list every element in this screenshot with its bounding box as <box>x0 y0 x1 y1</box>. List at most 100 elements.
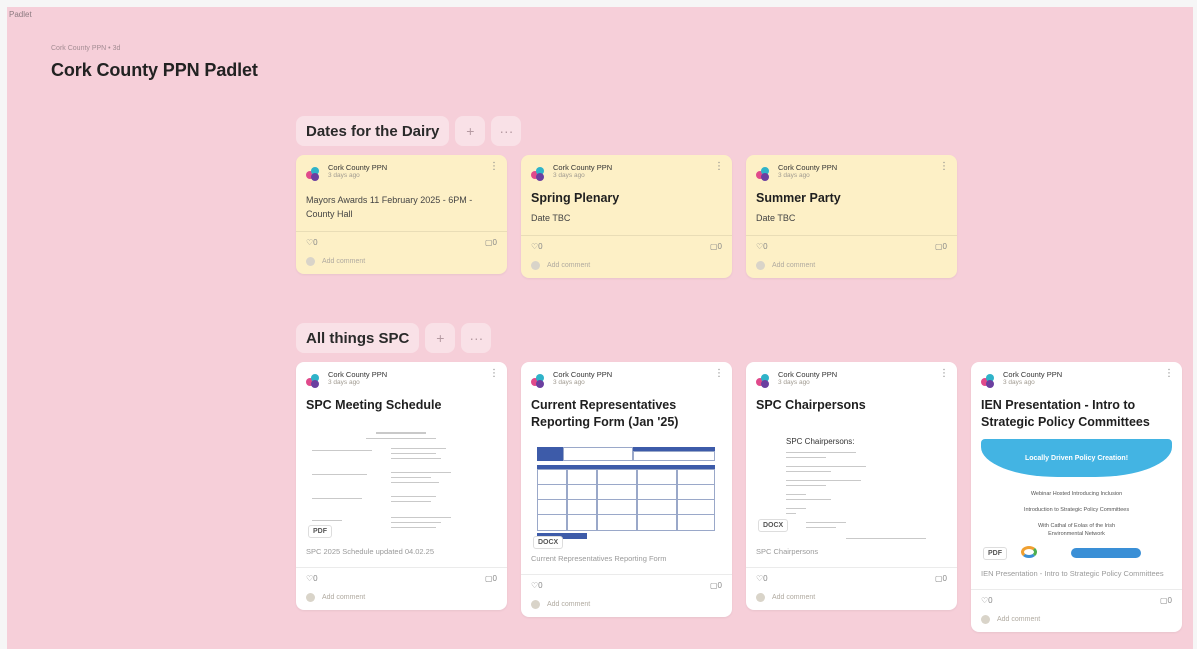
author-name: Cork County PPN <box>553 163 613 172</box>
kebab-menu-icon[interactable]: ⋮ <box>939 161 949 172</box>
attachment-caption: IEN Presentation - Intro to Strategic Po… <box>981 569 1164 578</box>
divider <box>521 574 732 575</box>
like-count: 0 <box>313 574 318 583</box>
post-card[interactable]: Cork County PPN 3 days ago ⋮ Spring Plen… <box>521 155 732 278</box>
add-comment-field[interactable]: Add comment <box>981 615 1172 624</box>
post-card[interactable]: Cork County PPN 3 days ago ⋮ Mayors Awar… <box>296 155 507 274</box>
post-time: 3 days ago <box>553 172 585 179</box>
add-post-button[interactable]: + <box>425 323 456 353</box>
kebab-menu-icon[interactable]: ⋮ <box>1164 368 1174 379</box>
add-comment-field[interactable]: Add comment <box>756 261 947 270</box>
section-more-button[interactable]: ··· <box>461 323 492 353</box>
like-button[interactable]: ♡0 <box>756 574 768 583</box>
file-type-badge: DOCX <box>758 519 789 532</box>
divider <box>521 235 732 236</box>
comment-button[interactable]: ▢0 <box>1160 596 1172 605</box>
add-comment-field[interactable]: Add comment <box>756 593 947 602</box>
author-name: Cork County PPN <box>328 163 388 172</box>
kebab-menu-icon[interactable]: ⋮ <box>939 368 949 379</box>
comment-button[interactable]: ▢0 <box>485 238 497 247</box>
add-comment-field[interactable]: Add comment <box>306 593 497 602</box>
kebab-menu-icon[interactable]: ⋮ <box>714 368 724 379</box>
author-name: Cork County PPN <box>778 370 838 379</box>
page-title: Cork County PPN Padlet <box>51 60 258 80</box>
kebab-menu-icon[interactable]: ⋮ <box>489 368 499 379</box>
like-button[interactable]: ♡0 <box>306 238 318 247</box>
author-name: Cork County PPN <box>1003 370 1063 379</box>
attachment-preview[interactable]: Locally Driven Policy Creation! Webinar … <box>981 439 1172 564</box>
like-count: 0 <box>763 242 768 251</box>
kebab-menu-icon[interactable]: ⋮ <box>489 161 499 172</box>
breadcrumb[interactable]: Cork County PPN • 3d <box>51 45 120 52</box>
add-comment-field[interactable]: Add comment <box>306 257 497 266</box>
like-count: 0 <box>313 238 318 247</box>
post-card[interactable]: Cork County PPN 3 days ago ⋮ Current Rep… <box>521 362 732 617</box>
comment-count: 0 <box>942 574 947 583</box>
add-post-button[interactable]: + <box>455 116 486 146</box>
ppn-logo-icon <box>531 374 545 388</box>
preview-heading: SPC Chairpersons: <box>786 437 855 446</box>
attachment-caption: Current Representatives Reporting Form <box>531 554 667 563</box>
comment-count: 0 <box>492 238 497 247</box>
ien-logo <box>1071 548 1141 558</box>
post-time: 3 days ago <box>328 379 360 386</box>
post-card[interactable]: Cork County PPN 3 days ago ⋮ Summer Part… <box>746 155 957 278</box>
divider <box>746 235 957 236</box>
author-name: Cork County PPN <box>553 370 613 379</box>
add-comment-label: Add comment <box>547 262 591 269</box>
post-time: 3 days ago <box>778 172 810 179</box>
comment-icon: ▢ <box>709 242 718 251</box>
ppn-logo-icon <box>306 374 320 388</box>
attachment-caption: SPC 2025 Schedule updated 04.02.25 <box>306 547 435 556</box>
comment-icon: ▢ <box>934 242 943 251</box>
comment-button[interactable]: ▢0 <box>710 242 722 251</box>
divider <box>296 231 507 232</box>
post-card[interactable]: Cork County PPN 3 days ago ⋮ SPC Chairpe… <box>746 362 957 610</box>
post-card[interactable]: Cork County PPN 3 days ago ⋮ IEN Present… <box>971 362 1182 632</box>
partner-logo <box>1021 546 1037 558</box>
section-more-button[interactable]: ··· <box>491 116 522 146</box>
comment-icon: ▢ <box>1159 596 1168 605</box>
author-name: Cork County PPN <box>328 370 388 379</box>
user-avatar <box>981 615 990 624</box>
add-comment-field[interactable]: Add comment <box>531 261 722 270</box>
section-title[interactable]: Dates for the Dairy <box>296 116 450 146</box>
post-card[interactable]: Cork County PPN 3 days ago ⋮ SPC Meeting… <box>296 362 507 610</box>
section-title[interactable]: All things SPC <box>296 323 420 353</box>
attachment-preview[interactable]: DOCX <box>531 439 722 549</box>
attachment-preview[interactable]: SPC Chairpersons: DOCX <box>756 422 947 542</box>
comment-count: 0 <box>717 242 722 251</box>
ppn-logo-icon <box>756 374 770 388</box>
comment-button[interactable]: ▢0 <box>935 574 947 583</box>
attachment-caption: SPC Chairpersons <box>756 547 819 556</box>
post-title: IEN Presentation - Intro to Strategic Po… <box>981 398 1150 429</box>
like-count: 0 <box>988 596 993 605</box>
add-comment-field[interactable]: Add comment <box>531 600 722 609</box>
ppn-logo-icon <box>981 374 995 388</box>
comment-button[interactable]: ▢0 <box>935 242 947 251</box>
preview-line: Introduction to Strategic Policy Committ… <box>1023 507 1130 513</box>
user-avatar <box>531 600 540 609</box>
comment-count: 0 <box>717 581 722 590</box>
like-button[interactable]: ♡0 <box>531 581 543 590</box>
like-button[interactable]: ♡0 <box>531 242 543 251</box>
comment-icon: ▢ <box>484 574 493 583</box>
divider <box>296 567 507 568</box>
author-name: Cork County PPN <box>778 163 838 172</box>
comment-button[interactable]: ▢0 <box>485 574 497 583</box>
comment-button[interactable]: ▢0 <box>710 581 722 590</box>
post-title: Spring Plenary <box>531 191 620 205</box>
attachment-preview[interactable]: PDF <box>306 422 497 542</box>
like-button[interactable]: ♡0 <box>306 574 318 583</box>
like-button[interactable]: ♡0 <box>981 596 993 605</box>
like-count: 0 <box>538 581 543 590</box>
section-dates-for-the-dairy: Dates for the Dairy + ··· Cork County PP… <box>296 116 957 278</box>
preview-line: With Cathal of Eolas of the Irish <box>1037 523 1116 529</box>
add-comment-label: Add comment <box>547 601 591 608</box>
kebab-menu-icon[interactable]: ⋮ <box>714 161 724 172</box>
preview-line: Environmental Network <box>1048 531 1105 537</box>
like-button[interactable]: ♡0 <box>756 242 768 251</box>
comment-count: 0 <box>492 574 497 583</box>
add-comment-label: Add comment <box>772 262 816 269</box>
post-time: 3 days ago <box>1003 379 1035 386</box>
